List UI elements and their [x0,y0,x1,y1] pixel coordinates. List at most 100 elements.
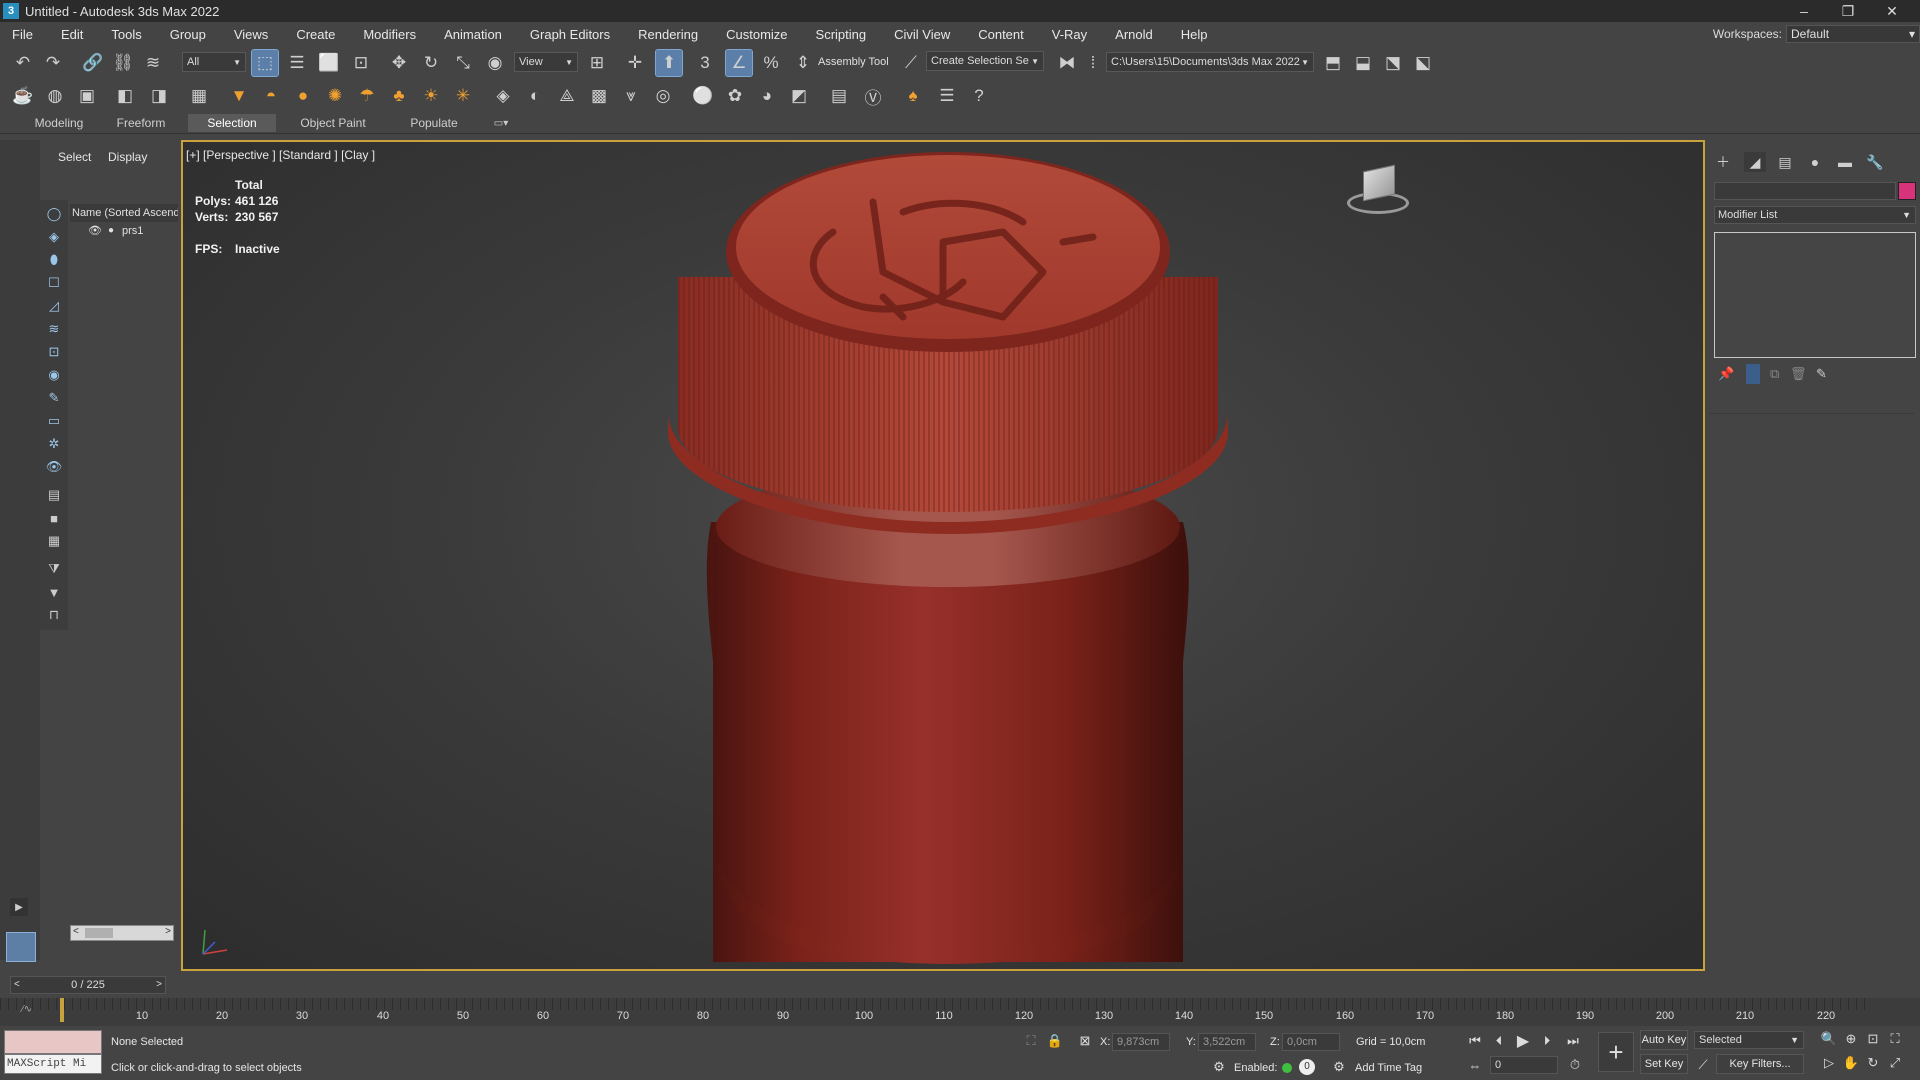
vray-sun-icon[interactable]: ☀ [418,83,444,109]
go-to-start-icon[interactable]: ⏮ [1466,1032,1484,1050]
scroll-left-icon[interactable]: < [73,926,79,937]
select-object-icon[interactable]: ⬚ [251,49,279,77]
vray-sky-icon[interactable]: ✳ [450,83,476,109]
align-icon[interactable]: ⁞ [1080,50,1106,76]
perspective-viewport[interactable]: [+] [Perspective ] [Standard ] [Clay ] T… [181,140,1705,971]
display-bones-icon[interactable]: ▭ [44,411,64,431]
menu-arnold[interactable]: Arnold [1101,27,1167,42]
menu-content[interactable]: Content [964,27,1038,42]
teapot-icon[interactable]: ☕ [10,83,36,109]
menu-graph-editors[interactable]: Graph Editors [516,27,624,42]
vray-ies-light-icon[interactable]: ☂ [354,83,380,109]
selection-filter-dropdown[interactable]: All ▼ [182,52,246,72]
enabled-count-badge[interactable]: 0 [1299,1059,1315,1075]
set-key-button[interactable]: Set Key [1640,1054,1688,1074]
viewcube[interactable] [1343,162,1413,218]
selection-lock-icon[interactable]: 🔒 [1046,1032,1064,1050]
go-to-end-icon[interactable]: ⏭ [1564,1032,1582,1050]
key-mode-dropdown[interactable]: Selected ▼ [1694,1031,1804,1049]
menu-tools[interactable]: Tools [97,27,155,42]
arnold-ipr-icon[interactable]: ◕ [754,83,780,109]
track-bar[interactable]: ⁄∿ 10 20 30 40 50 60 70 80 90 100 110 12… [0,998,1920,1026]
display-groups-icon[interactable]: ◉ [44,365,64,385]
menu-rendering[interactable]: Rendering [624,27,712,42]
menu-views[interactable]: Views [220,27,282,42]
scroll-right-icon[interactable]: > [165,926,171,937]
display-tab-icon[interactable]: ▬ [1834,152,1856,172]
vray-proxy-icon[interactable]: ◈ [490,83,516,109]
vray-mesh-light-icon[interactable]: ✺ [322,83,348,109]
menu-group[interactable]: Group [156,27,220,42]
modify-tab-icon[interactable]: ◢ [1744,152,1766,172]
key-mode-toggle-icon[interactable]: ⇔ [1466,1056,1484,1074]
menu-scripting[interactable]: Scripting [802,27,881,42]
display-containers-icon[interactable]: ✲ [44,434,64,454]
menu-v-ray[interactable]: V-Ray [1038,27,1101,42]
object-name-field[interactable] [1714,182,1896,200]
unlink-icon[interactable]: ⛓ [110,50,136,76]
menu-edit[interactable]: Edit [47,27,97,42]
select-manipulate-icon[interactable]: ✛ [622,50,648,76]
vray-ambient-light-icon[interactable]: ♣ [386,83,412,109]
filter-icon[interactable]: ▼ [44,582,64,602]
track-filter-icon[interactable]: ⁄∿ [22,1004,32,1015]
vray-vfb-icon[interactable]: Ⓥ [860,83,886,109]
scripts-list-icon[interactable]: ☰ [934,83,960,109]
toggle-ribbon-icon[interactable]: ⬓ [1350,50,1376,76]
modifier-list-dropdown[interactable]: Modifier List ▼ [1714,206,1916,224]
vray-plane-icon[interactable]: ⟁ [554,83,580,109]
menu-civil-view[interactable]: Civil View [880,27,964,42]
object-color-swatch[interactable] [1898,182,1916,200]
utilities-tab-icon[interactable]: 🔧 [1864,152,1886,172]
tab-selection[interactable]: Selection [188,114,276,132]
tab-modeling[interactable]: Modeling [22,114,96,132]
undo-icon[interactable]: ↶ [10,50,36,76]
arnold-render-icon[interactable]: ✿ [722,83,748,109]
display-influences-icon[interactable]: ■ [44,508,64,528]
filter-settings-icon[interactable]: ⧩ [44,559,64,579]
mirror-icon[interactable]: ⧓ [1054,50,1080,76]
menu-modifiers[interactable]: Modifiers [349,27,430,42]
menu-customize[interactable]: Customize [712,27,801,42]
project-folder-dropdown[interactable]: C:\Users\15\Documents\3ds Max 2022 ▼ [1106,52,1314,72]
arnold-sphere-icon[interactable]: ⚪ [690,83,716,109]
layer-explorer-icon[interactable]: ⬒ [1320,50,1346,76]
display-dependents-icon[interactable]: ▦ [44,531,64,551]
maxscript-input[interactable]: MAXScript Mi [4,1054,102,1074]
vray-volume-icon[interactable]: ◎ [650,83,676,109]
z-coordinate-field[interactable]: 0,0cm [1282,1033,1340,1051]
help-icon[interactable]: ? [966,83,992,109]
named-selection-sets-dropdown[interactable]: Create Selection Se ▼ [926,51,1044,71]
render-production-icon[interactable]: ◨ [146,83,172,109]
scene-converter-icon[interactable]: ♠ [900,83,926,109]
scene-column-header[interactable]: Name (Sorted Ascend [70,204,178,222]
tab-populate[interactable]: Populate [396,114,472,132]
pin-stack-icon[interactable]: 📌 [1718,366,1734,382]
display-frozen-icon[interactable]: 👁 [44,457,64,477]
window-crossing-icon[interactable]: ⊡ [348,50,374,76]
display-space-warps-icon[interactable]: ⊡ [44,342,64,362]
remove-modifier-icon[interactable]: 🗑 [1790,366,1807,382]
vray-dome-light-icon[interactable]: ◓ [258,83,284,109]
arnold-aov-icon[interactable]: ◩ [786,83,812,109]
key-filters-button[interactable]: Key Filters... [1716,1054,1804,1074]
zoom-all-icon[interactable]: ⊕ [1842,1030,1860,1048]
x-coordinate-field[interactable]: 9,873cm [1112,1033,1170,1051]
display-helpers-icon[interactable]: ≋ [44,319,64,339]
ribbon-options-icon[interactable]: ▭▾ [486,114,516,132]
default-in-out-tangent-icon[interactable]: ⟋ [1694,1056,1712,1074]
material-editor-icon[interactable]: ◍ [42,83,68,109]
time-next-icon[interactable]: > [156,977,162,993]
time-tag-icon[interactable]: ⚙ [1330,1058,1348,1076]
vray-fur-grass-icon[interactable]: ⩔ [618,83,644,109]
render-setup-icon[interactable]: ▣ [74,83,100,109]
percent-snap-icon[interactable]: % [758,50,784,76]
vray-fur-icon[interactable]: ◐ [522,83,548,109]
restore-button[interactable]: ❐ [1826,0,1870,22]
vray-light-icon[interactable]: ▼ [226,83,252,109]
link-icon[interactable]: 🔗 [80,50,106,76]
menu-create[interactable]: Create [282,27,349,42]
add-time-tag[interactable]: Add Time Tag [1355,1062,1422,1074]
keyboard-shortcut-override-icon[interactable]: ⬆ [655,49,683,77]
zoom-extents-icon[interactable]: ⊡ [1864,1030,1882,1048]
